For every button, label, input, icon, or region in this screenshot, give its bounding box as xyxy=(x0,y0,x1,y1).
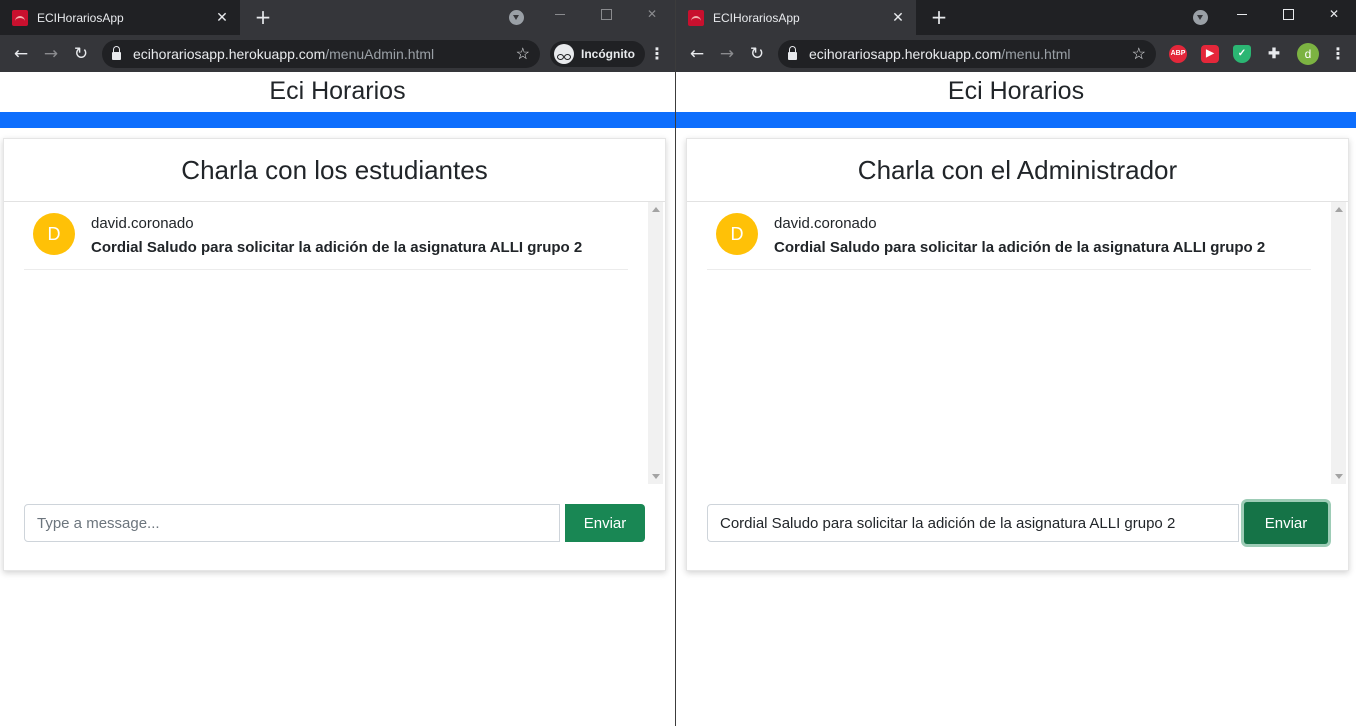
bookmark-star-icon[interactable]: ☆ xyxy=(516,44,530,64)
video-extension-icon[interactable]: ▶ xyxy=(1201,44,1219,63)
admin-browser-window: ECIHorariosApp ✕ + ✕ ← → ↻ ecihorariosap… xyxy=(0,0,675,726)
tab-strip: ECIHorariosApp ✕ + ✕ xyxy=(0,0,675,35)
back-icon[interactable]: ← xyxy=(6,39,36,69)
message-text: Cordial Saludo para solicitar la adición… xyxy=(91,239,583,256)
chat-card: Charla con el Administrador D david.coro… xyxy=(686,138,1349,571)
chat-card: Charla con los estudiantes D david.coron… xyxy=(3,138,666,571)
adblock-extension-icon[interactable]: ABP xyxy=(1169,44,1187,63)
message-composer: Enviar xyxy=(24,504,645,542)
url-path: /menuAdmin.html xyxy=(325,45,435,62)
app-favicon-icon xyxy=(688,9,704,26)
chat-title: Charla con el Administrador xyxy=(687,139,1348,202)
app-favicon-icon xyxy=(12,9,28,26)
chat-title: Charla con los estudiantes xyxy=(4,139,665,202)
desktop: ECIHorariosApp ✕ + ✕ ← → ↻ ecihorariosap… xyxy=(0,0,1356,726)
address-bar[interactable]: ecihorariosapp.herokuapp.com/menu.html ☆ xyxy=(778,39,1156,68)
tab-search-icon[interactable] xyxy=(1193,10,1208,25)
message-username: david.coronado xyxy=(91,215,194,232)
maximize-icon[interactable] xyxy=(583,0,629,28)
browser-tab[interactable]: ECIHorariosApp ✕ xyxy=(0,0,240,35)
header-accent-bar xyxy=(676,112,1356,128)
extensions-puzzle-icon[interactable]: ✚ xyxy=(1265,45,1283,63)
chat-messages: D david.coronado Cordial Saludo para sol… xyxy=(687,202,1348,484)
scroll-up-icon[interactable] xyxy=(1335,207,1343,212)
send-button[interactable]: Enviar xyxy=(1244,502,1328,544)
avatar: D xyxy=(716,213,758,255)
browser-toolbar: ← → ↻ ecihorariosapp.herokuapp.com/menu.… xyxy=(676,35,1356,72)
lock-icon xyxy=(112,45,121,60)
browser-toolbar: ← → ↻ ecihorariosapp.herokuapp.com/menuA… xyxy=(0,35,675,72)
message-input[interactable] xyxy=(24,504,560,542)
student-browser-window: ECIHorariosApp ✕ + ✕ ← → ↻ ecihorariosap… xyxy=(676,0,1356,726)
forward-icon[interactable]: → xyxy=(712,39,742,69)
close-window-icon[interactable]: ✕ xyxy=(629,0,675,28)
reload-icon[interactable]: ↻ xyxy=(742,39,772,69)
window-controls: ✕ xyxy=(1219,0,1356,35)
page-title: Eci Horarios xyxy=(947,77,1085,105)
window-controls: ✕ xyxy=(537,0,675,35)
page-content: Eci Horarios Charla con el Administrador… xyxy=(676,72,1356,571)
close-tab-icon[interactable]: ✕ xyxy=(890,10,906,26)
page-content: Eci Horarios Charla con los estudiantes … xyxy=(0,72,675,571)
lock-icon xyxy=(788,45,797,60)
message-composer: Enviar xyxy=(707,502,1328,544)
close-window-icon[interactable]: ✕ xyxy=(1311,0,1356,28)
scroll-up-icon[interactable] xyxy=(652,207,660,212)
profile-avatar[interactable]: d xyxy=(1297,42,1319,65)
new-tab-icon[interactable]: + xyxy=(928,6,950,28)
minimize-icon[interactable] xyxy=(537,0,583,28)
tab-strip: ECIHorariosApp ✕ + ✕ xyxy=(676,0,1356,35)
maximize-icon[interactable] xyxy=(1265,0,1311,28)
reload-icon[interactable]: ↻ xyxy=(66,39,96,69)
browser-menu-icon[interactable]: ⋮ xyxy=(1326,39,1350,69)
page-title: Eci Horarios xyxy=(269,77,406,105)
header-accent-bar xyxy=(0,112,675,128)
tab-search-icon[interactable] xyxy=(509,10,524,25)
message-username: david.coronado xyxy=(774,215,877,232)
incognito-label: Incógnito xyxy=(581,46,635,61)
browser-tab[interactable]: ECIHorariosApp ✕ xyxy=(676,0,916,35)
tab-title: ECIHorariosApp xyxy=(713,10,800,25)
send-button[interactable]: Enviar xyxy=(565,504,645,542)
url-host: ecihorariosapp.herokuapp.com xyxy=(809,45,1002,62)
incognito-icon xyxy=(554,43,574,64)
minimize-icon[interactable] xyxy=(1219,0,1265,28)
scroll-down-icon[interactable] xyxy=(1335,474,1343,479)
chat-scrollbar[interactable] xyxy=(648,202,663,484)
chat-messages: D david.coronado Cordial Saludo para sol… xyxy=(4,202,665,484)
message-text: Cordial Saludo para solicitar la adición… xyxy=(774,239,1266,256)
forward-icon[interactable]: → xyxy=(36,39,66,69)
close-tab-icon[interactable]: ✕ xyxy=(214,10,230,26)
shield-extension-icon[interactable]: ✓ xyxy=(1233,44,1251,63)
incognito-badge[interactable]: Incógnito xyxy=(550,40,645,67)
chat-scrollbar[interactable] xyxy=(1331,202,1346,484)
url-path: /menu.html xyxy=(1001,45,1071,62)
message-item: D david.coronado Cordial Saludo para sol… xyxy=(24,202,628,270)
message-item: D david.coronado Cordial Saludo para sol… xyxy=(707,202,1311,270)
browser-menu-icon[interactable]: ⋮ xyxy=(645,39,669,69)
tab-title: ECIHorariosApp xyxy=(37,10,124,25)
avatar: D xyxy=(33,213,75,255)
scroll-down-icon[interactable] xyxy=(652,474,660,479)
bookmark-star-icon[interactable]: ☆ xyxy=(1132,44,1146,64)
url-host: ecihorariosapp.herokuapp.com xyxy=(133,45,326,62)
new-tab-icon[interactable]: + xyxy=(252,6,274,28)
message-input[interactable] xyxy=(707,504,1239,542)
address-bar[interactable]: ecihorariosapp.herokuapp.com/menuAdmin.h… xyxy=(102,39,540,68)
back-icon[interactable]: ← xyxy=(682,39,712,69)
